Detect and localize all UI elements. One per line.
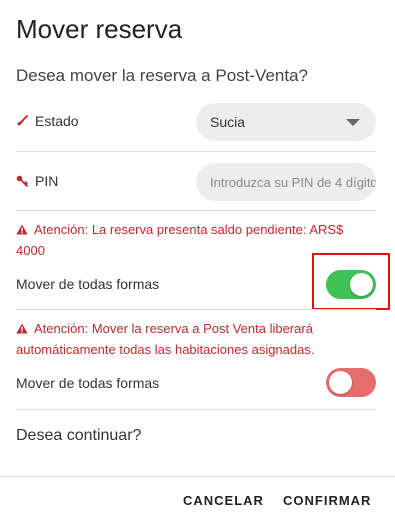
divider <box>16 151 376 152</box>
continue-question: Desea continuar? <box>16 427 142 444</box>
divider <box>16 210 376 211</box>
toggle-knob <box>329 371 352 394</box>
confirm-button[interactable]: CONFIRMAR <box>283 493 371 508</box>
key-icon <box>16 175 28 187</box>
cancel-button[interactable]: CANCELAR <box>183 493 264 508</box>
estado-selected-value: Sucia <box>210 114 246 130</box>
estado-select[interactable]: Sucia <box>196 103 376 141</box>
dialog-question: Desea mover la reserva a Post-Venta? <box>16 66 308 85</box>
warning-habitaciones-text: Atención: Mover la reserva a Post Venta … <box>16 321 315 357</box>
footer-divider <box>0 476 395 477</box>
move-anyway-toggle-habitaciones[interactable] <box>326 368 376 397</box>
estado-label-group: Estado <box>16 113 79 129</box>
warning-habitaciones: Atención: Mover la reserva a Post Venta … <box>16 319 366 360</box>
warning-saldo-text: Atención: La reserva presenta saldo pend… <box>16 222 344 258</box>
broom-icon <box>16 115 28 127</box>
warning-icon <box>16 320 28 340</box>
toggle-habitaciones-label: Mover de todas formas <box>16 375 160 391</box>
toggle-habitaciones-row: Mover de todas formas <box>16 375 376 391</box>
chevron-down-icon <box>346 119 360 126</box>
highlight-box <box>312 253 390 310</box>
divider <box>16 309 376 310</box>
pin-label-group: PIN <box>16 173 58 189</box>
estado-label: Estado <box>35 113 79 129</box>
pin-label: PIN <box>35 173 59 189</box>
dialog-title: Mover reserva <box>16 14 183 44</box>
toggle-saldo-label: Mover de todas formas <box>16 276 160 292</box>
pin-input[interactable] <box>196 163 376 201</box>
warning-icon <box>16 221 28 241</box>
divider <box>16 409 376 410</box>
